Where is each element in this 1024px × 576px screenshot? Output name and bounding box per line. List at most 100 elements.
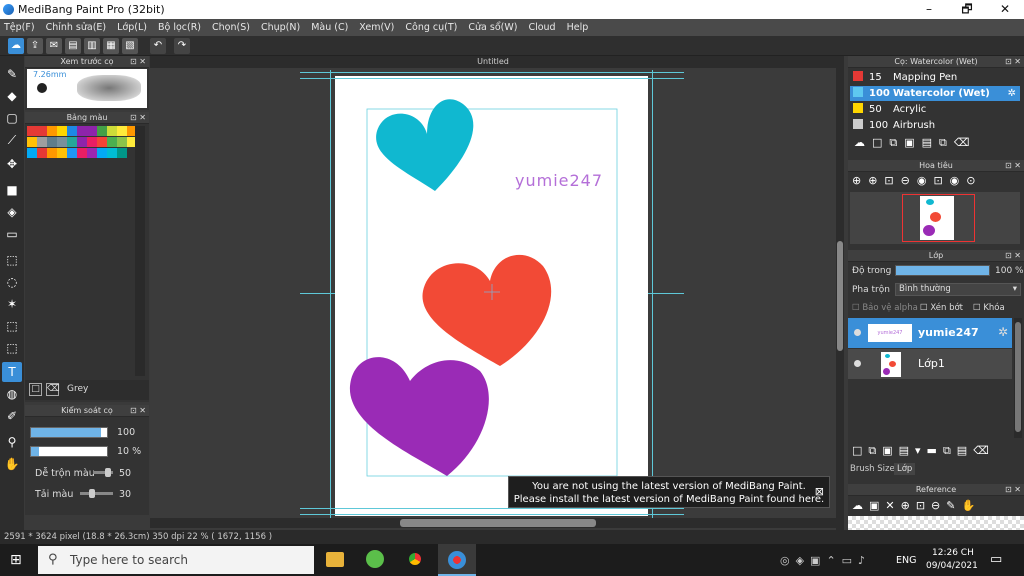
- move-tool-icon[interactable]: ✥: [2, 154, 22, 174]
- close-button[interactable]: ✕: [986, 0, 1024, 19]
- select-tool-icon[interactable]: ⬚: [2, 250, 22, 270]
- message-icon[interactable]: ▤: [65, 38, 81, 54]
- undo-icon[interactable]: ↶: [150, 38, 166, 54]
- gear-icon[interactable]: ✲: [998, 325, 1008, 339]
- magic-wand-icon[interactable]: ✶: [2, 294, 22, 314]
- layer-row-yumie247[interactable]: yumie247 yumie247 ✲: [848, 318, 1012, 348]
- notice-close-icon[interactable]: ⊠: [815, 485, 824, 498]
- menu-layer[interactable]: Lớp(L): [117, 22, 147, 33]
- color-swatch[interactable]: [107, 137, 117, 147]
- eraser-tool-icon[interactable]: ◆: [2, 86, 22, 106]
- color-swatch[interactable]: [47, 137, 57, 147]
- new-color-icon[interactable]: □: [29, 383, 42, 396]
- rect-tool-icon[interactable]: ▢: [2, 108, 22, 128]
- color-swatch[interactable]: [27, 137, 37, 147]
- palette-scrollbar[interactable]: [135, 126, 145, 376]
- page-icon[interactable]: ▥: [84, 38, 100, 54]
- trash-icon[interactable]: ⌫: [46, 383, 60, 396]
- redo-icon[interactable]: ↷: [174, 38, 190, 54]
- color-swatch[interactable]: [77, 126, 87, 136]
- taskbar-search[interactable]: ⚲ Type here to search: [38, 546, 314, 574]
- color-swatch[interactable]: [97, 137, 107, 147]
- lasso-tool-icon[interactable]: ◌: [2, 272, 22, 292]
- hand-tool-icon[interactable]: ✋: [2, 454, 22, 474]
- menu-select[interactable]: Chọn(S): [212, 22, 250, 33]
- layer-opacity-slider[interactable]: [895, 265, 990, 276]
- size-slider[interactable]: [30, 427, 108, 438]
- cloud-icon[interactable]: ☁: [8, 38, 24, 54]
- layer-row-lop1[interactable]: Lớp1: [848, 349, 1012, 379]
- medibang-taskbar-button[interactable]: [438, 544, 476, 576]
- vertical-scrollbar[interactable]: [836, 56, 844, 530]
- balloon-tool-icon[interactable]: ◍: [2, 384, 22, 404]
- menu-filter[interactable]: Bộ lọc(R): [158, 22, 201, 33]
- color-swatch[interactable]: [117, 148, 127, 158]
- grid-icon[interactable]: ▦: [103, 38, 119, 54]
- canvas-area[interactable]: Untitled yumie247: [150, 56, 844, 530]
- file-explorer-icon[interactable]: [326, 552, 344, 567]
- menu-view[interactable]: Xem(V): [359, 22, 394, 33]
- visibility-icon[interactable]: [854, 329, 861, 336]
- color-swatch[interactable]: [77, 137, 87, 147]
- tab-layers[interactable]: Lớp: [894, 463, 916, 475]
- update-notice[interactable]: You are not using the latest version of …: [508, 476, 830, 508]
- horizontal-scrollbar[interactable]: [150, 518, 836, 528]
- comment-icon[interactable]: ✉: [46, 38, 62, 54]
- pen-tool-icon[interactable]: ✐: [2, 406, 22, 426]
- menu-help[interactable]: Help: [567, 22, 589, 33]
- color-swatch[interactable]: [87, 126, 97, 136]
- share-icon[interactable]: ⇪: [27, 38, 43, 54]
- color-swatch[interactable]: [117, 126, 127, 136]
- color-swatch[interactable]: [27, 148, 37, 158]
- color-swatch[interactable]: [47, 126, 57, 136]
- color-swatch[interactable]: [37, 137, 47, 147]
- color-swatch[interactable]: [37, 148, 47, 158]
- brush-item-watercolor[interactable]: 100 Watercolor (Wet) ✲: [850, 86, 1020, 101]
- gradient-tool-icon[interactable]: ▭: [2, 224, 22, 244]
- eyedropper-icon[interactable]: ⚲: [2, 432, 22, 452]
- text-tool-icon[interactable]: T: [2, 362, 22, 382]
- brush-toolbar[interactable]: ☁□⧉▣▤⧉⌫: [850, 136, 1020, 152]
- color-swatch[interactable]: [67, 137, 77, 147]
- layer-blend-select[interactable]: Bình thường ▾: [895, 283, 1021, 296]
- windows-start-icon[interactable]: ⊞: [10, 553, 25, 568]
- layers-toolbar[interactable]: □⧉▣▤▾▬⧉▤⌫: [852, 444, 1022, 460]
- tray-date[interactable]: 09/04/2021: [926, 561, 978, 571]
- tray-time[interactable]: 12:26 CH: [932, 548, 974, 558]
- color-swatch[interactable]: [117, 137, 127, 147]
- color-swatch[interactable]: [37, 126, 47, 136]
- color-swatch[interactable]: [57, 137, 67, 147]
- color-swatch[interactable]: [107, 126, 117, 136]
- color-swatch[interactable]: [87, 148, 97, 158]
- color-swatch[interactable]: [47, 148, 57, 158]
- brush-item-airbrush[interactable]: 100 Airbrush: [850, 118, 1020, 133]
- visibility-icon[interactable]: [854, 360, 861, 367]
- canvas-page[interactable]: yumie247: [335, 76, 648, 516]
- menu-window[interactable]: Cửa sổ(W): [468, 22, 517, 33]
- brush-tool-icon[interactable]: ✎: [2, 64, 22, 84]
- app-icon-green[interactable]: [366, 550, 384, 568]
- color-swatch[interactable]: [27, 126, 37, 136]
- minimize-button[interactable]: –: [910, 0, 948, 19]
- tab-brush-size[interactable]: Brush Size: [850, 464, 895, 474]
- chrome-icon[interactable]: [406, 550, 424, 568]
- menu-tools[interactable]: Công cụ(T): [405, 22, 457, 33]
- menu-edit[interactable]: Chỉnh sửa(E): [46, 22, 107, 33]
- reference-toolbar[interactable]: ☁▣✕⊕⊡⊖✎✋: [852, 499, 1022, 515]
- color-swatch[interactable]: [67, 148, 77, 158]
- fill-rect-icon[interactable]: ■: [2, 180, 22, 200]
- color-swatch[interactable]: [57, 148, 67, 158]
- tray-lang[interactable]: ENG: [896, 555, 916, 566]
- color-swatch[interactable]: [67, 126, 77, 136]
- brush-item-mapping-pen[interactable]: 15 Mapping Pen: [850, 70, 1020, 85]
- protect-alpha-checkbox[interactable]: ☐ Bảo vệ alpha: [852, 303, 918, 313]
- color-swatch[interactable]: [97, 126, 107, 136]
- bucket-tool-icon[interactable]: ◈: [2, 202, 22, 222]
- gear-icon[interactable]: ✲: [1008, 86, 1016, 101]
- line-tool-icon[interactable]: ⟋: [2, 130, 22, 150]
- layers-scrollbar[interactable]: [1014, 318, 1022, 438]
- navigator-toolbar[interactable]: ⊕⊕⊡⊖◉⊡◉⊙: [852, 174, 1022, 190]
- blend-slider[interactable]: [93, 468, 113, 477]
- select-pen-icon[interactable]: ⬚: [2, 316, 22, 336]
- brush-item-acrylic[interactable]: 50 Acrylic: [850, 102, 1020, 117]
